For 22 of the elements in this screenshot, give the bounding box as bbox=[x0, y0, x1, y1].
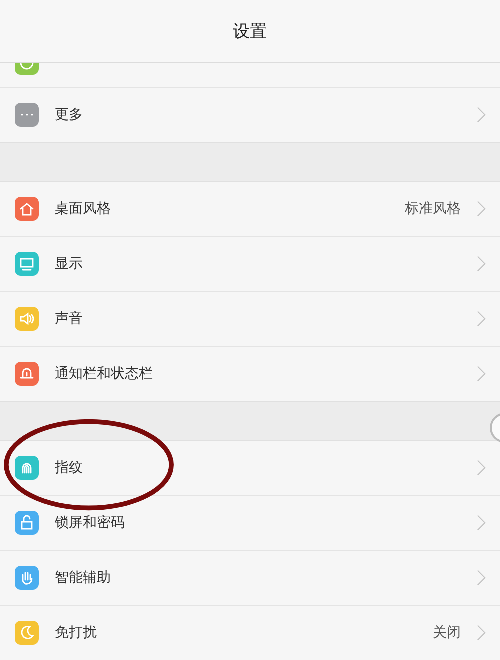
chevron-icon bbox=[477, 569, 486, 587]
chevron-icon bbox=[477, 459, 486, 477]
chevron-icon bbox=[477, 310, 486, 328]
row-label: 智能辅助 bbox=[55, 569, 111, 587]
row-label: 显示 bbox=[55, 255, 83, 273]
row-value: 标准风格 bbox=[405, 200, 461, 218]
row-label: 更多 bbox=[55, 106, 83, 124]
chevron-icon bbox=[477, 624, 486, 642]
row-label: 通知栏和状态栏 bbox=[55, 365, 153, 383]
chevron-icon bbox=[477, 514, 486, 532]
chevron-icon bbox=[477, 106, 486, 124]
row-label: 指纹 bbox=[55, 459, 83, 477]
chevron-icon bbox=[477, 200, 486, 218]
row-label: 锁屏和密码 bbox=[55, 514, 125, 532]
row-label: 免打扰 bbox=[55, 624, 97, 642]
row-label: 声音 bbox=[55, 310, 83, 328]
page-title: 设置 bbox=[233, 20, 267, 42]
row-value: 关闭 bbox=[433, 624, 461, 642]
settings-row[interactable] bbox=[0, 63, 500, 88]
chevron-icon bbox=[477, 365, 486, 383]
chevron-icon bbox=[477, 255, 486, 273]
row-label: 桌面风格 bbox=[55, 200, 111, 218]
